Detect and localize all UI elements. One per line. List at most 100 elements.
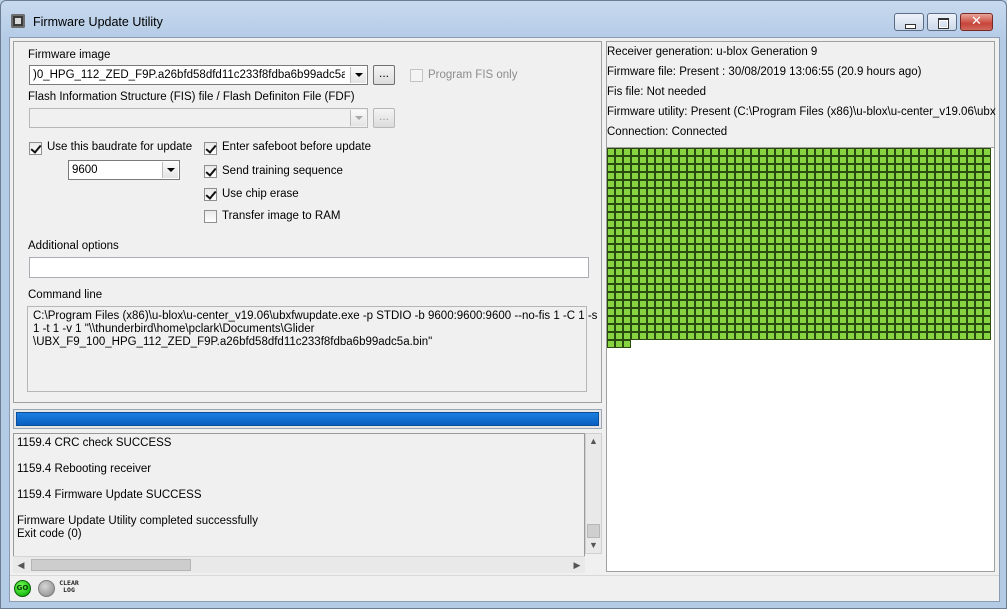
go-icon[interactable]: GO [14,580,31,597]
log-panel[interactable]: 1159.4 CRC check SUCCESS 1159.4 Rebootin… [13,433,585,568]
flash-block [655,204,663,212]
flash-block [639,196,647,204]
baudrate-value: 9600 [72,164,98,176]
flash-block [935,276,943,284]
flash-block [887,180,895,188]
flash-block [671,228,679,236]
flash-block [711,204,719,212]
flash-block [631,172,639,180]
flash-block [847,188,855,196]
flash-block [799,172,807,180]
title-bar[interactable]: Firmware Update Utility ✕ [1,1,1006,37]
flash-block [671,164,679,172]
command-line-box[interactable]: C:\Program Files (x86)\u-blox\u-center_v… [27,306,597,392]
flash-block [775,220,783,228]
flash-block [911,148,919,156]
flash-block [903,244,911,252]
flash-block [983,164,991,172]
scroll-right-icon[interactable]: ▶ [569,557,585,573]
flash-block [983,308,991,316]
flash-block [687,196,695,204]
flash-block [647,260,655,268]
scroll-down-icon[interactable]: ▼ [586,538,601,553]
flash-block [615,204,623,212]
flash-block [671,172,679,180]
flash-block [791,156,799,164]
program-fis-only-checkbox[interactable] [410,69,423,82]
flash-block [735,164,743,172]
flash-block [935,300,943,308]
flash-block [935,228,943,236]
flash-block [887,300,895,308]
use-baudrate-checkbox[interactable] [29,142,42,155]
flash-block [799,316,807,324]
baudrate-combo[interactable]: 9600 [68,160,180,180]
fis-file-combo[interactable] [29,108,368,128]
fis-browse-button[interactable]: ... [373,108,395,128]
flash-block [695,220,703,228]
flash-block [735,172,743,180]
transfer-ram-checkbox[interactable] [204,210,217,223]
scroll-left-icon[interactable]: ◀ [13,557,29,573]
flash-block [863,260,871,268]
minimize-button[interactable] [894,13,924,31]
scroll-thumb[interactable] [31,559,191,571]
flash-block [807,148,815,156]
flash-block [855,276,863,284]
flash-block [767,180,775,188]
flash-block [815,196,823,204]
flash-block [935,188,943,196]
flash-block [895,268,903,276]
flash-block [863,276,871,284]
flash-block [919,148,927,156]
additional-options-input[interactable] [29,257,589,278]
firmware-image-combo[interactable]: )0_HPG_112_ZED_F9P.a26bfd58dfd11c233f8fd… [29,65,368,85]
safeboot-checkbox[interactable] [204,142,217,155]
scroll-up-icon[interactable]: ▲ [586,434,601,449]
flash-block [711,188,719,196]
flash-block [623,204,631,212]
flash-block [807,308,815,316]
flash-block [951,244,959,252]
clear-log-icon[interactable]: CLEAR LOG [59,580,79,594]
flash-block [735,228,743,236]
training-sequence-checkbox[interactable] [204,165,217,178]
close-button[interactable]: ✕ [960,13,993,31]
scroll-thumb[interactable] [587,524,600,538]
flash-block [823,164,831,172]
flash-block [807,212,815,220]
flash-block [679,268,687,276]
chevron-down-icon[interactable] [350,67,366,83]
flash-block [735,244,743,252]
flash-block [671,236,679,244]
stop-icon[interactable] [38,580,55,597]
flash-block [687,260,695,268]
chevron-down-icon[interactable] [350,110,366,126]
maximize-button[interactable] [927,13,957,31]
flash-block [959,276,967,284]
flash-block [911,316,919,324]
log-horizontal-scrollbar[interactable]: ◀ ▶ [13,556,585,573]
flash-block [799,332,807,340]
flash-block [687,236,695,244]
flash-block [727,148,735,156]
chip-erase-checkbox[interactable] [204,188,217,201]
flash-block [695,292,703,300]
flash-block [959,268,967,276]
flash-block [871,220,879,228]
firmware-browse-button[interactable]: ... [373,65,395,85]
chevron-down-icon[interactable] [162,162,178,178]
flash-block [703,284,711,292]
receiver-info-panel: Receiver generation: u-blox Generation 9… [606,41,996,572]
flash-block [639,228,647,236]
flash-block [879,316,887,324]
flash-block [679,324,687,332]
flash-block [911,188,919,196]
firmware-file-text: Firmware file: Present : 30/08/2019 13:0… [607,66,922,78]
flash-block [711,300,719,308]
flash-block [839,268,847,276]
log-vertical-scrollbar[interactable]: ▲ ▼ [585,433,602,554]
flash-block [983,156,991,164]
flash-block [847,156,855,164]
flash-block [919,164,927,172]
